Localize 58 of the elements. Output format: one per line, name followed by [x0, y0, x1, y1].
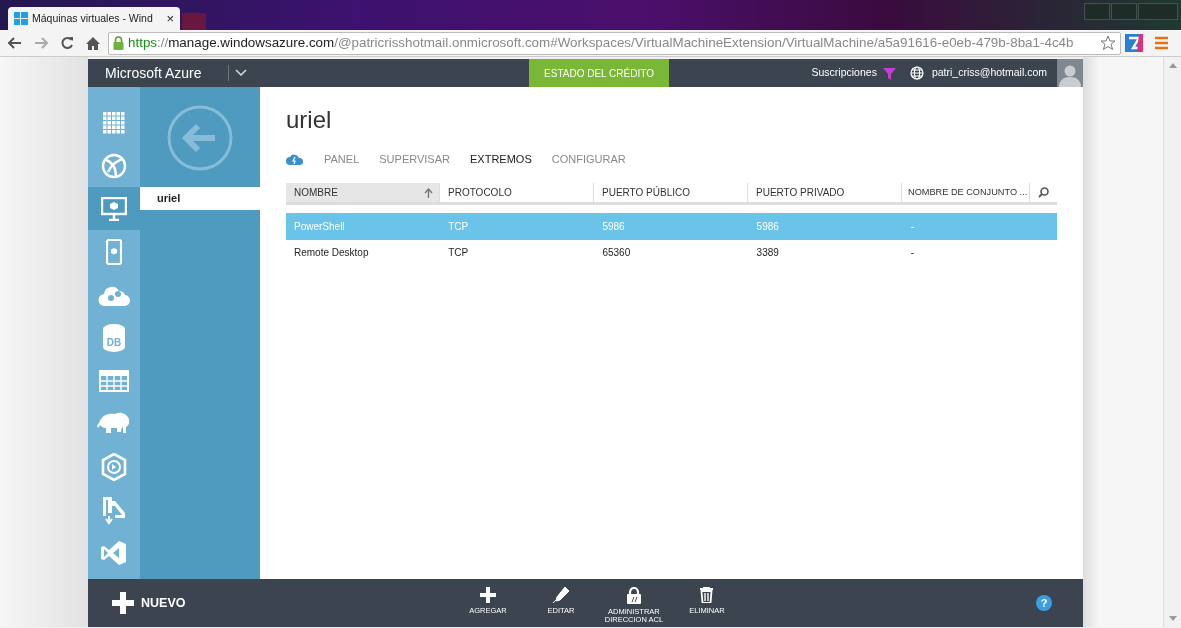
star-icon[interactable]: [1100, 35, 1116, 51]
globe-icon[interactable]: [909, 66, 924, 80]
tab-close-button[interactable]: ×: [166, 8, 174, 29]
section-tab[interactable]: EXTREMOS: [470, 150, 532, 168]
address-bar[interactable]: https://manage.windowsazure.com/@patricrisshotmail.onmicrosoft.com#Workspaces/VirtualMachineExtension/VirtualMachine/a5a91616-e0eb-479b-8ba1-4c4b: [108, 31, 1121, 55]
table-cell: -: [910, 247, 915, 259]
plus-icon: [112, 592, 134, 615]
table-cell: 5986: [602, 220, 625, 232]
browser-tab[interactable]: Máquinas virtuales - Wind ×: [8, 7, 180, 30]
table-cell: 3389: [756, 247, 779, 259]
filter-icon[interactable]: [882, 66, 896, 80]
column-header[interactable]: NOMBRE DE CONJUNTO ...: [908, 185, 1028, 200]
vm-list-item[interactable]: uriel: [140, 187, 260, 210]
section-tab[interactable]: SUPERVISAR: [379, 150, 450, 168]
extension-icon[interactable]: [1125, 34, 1143, 52]
table-cell: TCP: [448, 247, 469, 259]
document-arrow-icon[interactable]: [101, 494, 127, 525]
minimize-button[interactable]: [1084, 3, 1110, 20]
new-button[interactable]: NUEVO: [112, 592, 186, 615]
user-email[interactable]: patri_criss@hotmail.com: [931, 65, 1047, 81]
avatar-icon[interactable]: [1057, 59, 1083, 87]
section-tab[interactable]: CONFIGURAR: [551, 150, 626, 168]
chevron-down-icon[interactable]: [235, 69, 247, 77]
restore-button[interactable]: [1111, 3, 1137, 20]
phone-icon[interactable]: [106, 238, 122, 265]
play-hexagon-icon[interactable]: [101, 452, 127, 481]
table-row[interactable]: Remote Desktop TCP 65360 3389 -: [286, 239, 1057, 266]
scroll-down-icon[interactable]: [1168, 616, 1177, 621]
grid-icon[interactable]: [103, 111, 125, 134]
lock-icon: [113, 36, 124, 50]
trash-icon: [700, 587, 714, 604]
plus-icon: [479, 587, 496, 604]
column-header[interactable]: PUERTO PRIVADO: [756, 185, 845, 200]
table-cell: 5986: [756, 220, 779, 232]
table-icon[interactable]: [99, 369, 129, 392]
lock-icon: [626, 587, 641, 605]
table-cell: 65360: [602, 247, 631, 259]
page-title: uriel: [286, 105, 333, 135]
table-cell: Remote Desktop: [294, 247, 369, 259]
sort-arrow-icon[interactable]: [424, 187, 433, 198]
tab-title: Máquinas virtuales - Wind: [32, 10, 154, 26]
subscriptions-link[interactable]: Suscripciones: [811, 65, 877, 81]
table-cell: TCP: [448, 220, 469, 232]
windows-logo-icon: [14, 12, 28, 25]
cloud-icon: [286, 153, 304, 165]
pencil-icon: [552, 587, 569, 604]
column-header[interactable]: PUERTO PÚBLICO: [602, 185, 690, 200]
search-icon[interactable]: [1037, 187, 1049, 198]
table-cell: -: [910, 220, 915, 232]
section-tab[interactable]: PANEL: [324, 150, 360, 168]
monitor-icon[interactable]: [101, 196, 127, 221]
brand-name: Microsoft Azure: [104, 63, 203, 83]
column-header[interactable]: PROTOCOLO: [448, 185, 512, 200]
menu-icon[interactable]: [1153, 36, 1171, 50]
table-cell: PowerShell: [294, 220, 345, 232]
scroll-up-icon[interactable]: [1168, 63, 1177, 68]
url-text: https://manage.windowsazure.com/@patricrisshotmail.onmicrosoft.com#Workspaces/VirtualMachineExtension/VirtualMachine/a5a91616-e0eb-479b-8ba1-4c4b: [128, 33, 1075, 52]
close-window-button[interactable]: [1138, 3, 1178, 20]
